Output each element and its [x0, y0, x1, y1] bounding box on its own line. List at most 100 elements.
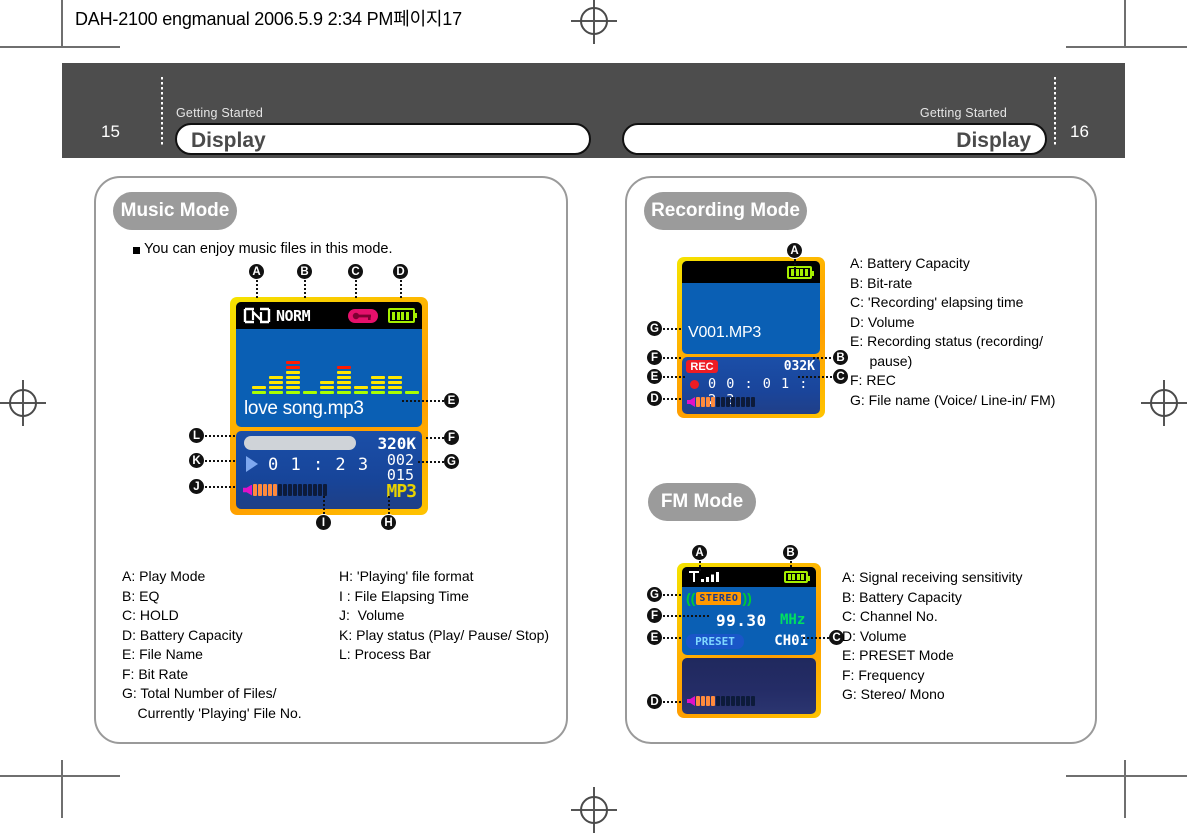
fm-callout-lead-f: [663, 615, 711, 617]
fm-callout-d: D: [646, 693, 663, 710]
elapsed-time-value: 0 1 : 2 3: [268, 455, 370, 475]
rec-callout-b: B: [832, 349, 849, 366]
fm-frequency-unit: MHz: [780, 612, 806, 628]
eq-column: [252, 386, 266, 394]
music-mode-badge: Music Mode: [113, 192, 237, 230]
fm-callout-f: F: [646, 607, 663, 624]
trim-line-left-vertical: [61, 0, 63, 48]
trim-line-top-horizontal-right: [1066, 46, 1187, 48]
speaker-icon: [687, 397, 695, 407]
callout-b: B: [296, 263, 313, 280]
signal-strength-icon: [687, 570, 723, 584]
rec-callout-c: C: [832, 368, 849, 385]
eq-column: [337, 366, 351, 394]
callout-lead-f: [426, 437, 444, 439]
fm-frequency-value: 99.30: [716, 611, 767, 630]
callout-lead-l: [205, 435, 237, 437]
callout-e: E: [443, 392, 460, 409]
recording-legend: A: Battery Capacity B: Bit-rate C: 'Reco…: [850, 255, 1056, 408]
page-number-right: 16: [1070, 122, 1089, 141]
fm-callout-a: A: [691, 544, 708, 561]
callout-a: A: [248, 263, 265, 280]
preset-badge: PRESET: [686, 634, 744, 649]
section-title-box-left: Display: [175, 123, 591, 155]
trim-line-bottom-horizontal-right: [1066, 775, 1187, 777]
callout-lead-c: [355, 280, 357, 298]
rec-callout-lead-a: [794, 259, 796, 273]
rec-callout-d: D: [646, 390, 663, 407]
rec-badge: REC: [686, 360, 718, 373]
music-legend-right: H: 'Playing' file format I : File Elapsi…: [339, 568, 550, 662]
music-lcd-screen: NORM love song.mp3 320K 0 1: 2 3 002 01…: [230, 297, 428, 515]
recording-mode-badge: Recording Mode: [644, 192, 807, 230]
callout-h: H: [380, 514, 397, 531]
stereo-paren-left-icon: ((: [686, 590, 696, 606]
eq-column: [354, 386, 368, 394]
fm-lcd-upper: (( STEREO )) 99.30 MHz PRESET CH01: [682, 567, 816, 655]
recording-bit-rate: 032K: [783, 359, 815, 374]
header-divider-right: [1054, 77, 1056, 145]
section-title-box-right: Display: [622, 123, 1047, 155]
rec-callout-f: F: [646, 349, 663, 366]
callout-c: C: [347, 263, 364, 280]
kicker-left: Getting Started: [176, 106, 264, 120]
registration-mark-left: [0, 380, 46, 426]
volume-bar: [687, 696, 755, 706]
battery-icon: [388, 308, 417, 323]
recording-lcd-screen: V001.MP3 REC 032K 0 0 : 0 1 : 2 3: [677, 257, 825, 418]
spectrum-analyzer: [252, 338, 419, 394]
rec-callout-lead-f: [663, 357, 683, 359]
fm-lcd-screen: (( STEREO )) 99.30 MHz PRESET CH01: [677, 563, 821, 718]
page-number-left: 15: [101, 122, 120, 141]
print-header-text: DAH-2100 engmanual 2006.5.9 2:34 PM페이지17: [75, 9, 462, 29]
eq-column: [371, 376, 385, 394]
music-lcd-upper: NORM love song.mp3: [236, 302, 422, 427]
recording-lcd-upper: V001.MP3: [682, 261, 820, 354]
fm-mode-badge: FM Mode: [648, 483, 756, 521]
music-mode-panel: Music Mode You can enjoy music files in …: [94, 176, 568, 744]
callout-k: K: [188, 452, 205, 469]
recording-file-name: V001.MP3: [688, 324, 762, 341]
page-header-bar: 15 Getting Started Display Getting Start…: [62, 63, 1125, 158]
callout-j: J: [188, 478, 205, 495]
callout-lead-j: [205, 486, 237, 488]
rec-callout-e: E: [646, 368, 663, 385]
fm-callout-e: E: [646, 629, 663, 646]
header-divider-left: [161, 77, 163, 145]
volume-bar: [687, 397, 755, 407]
registration-mark-right: [1141, 380, 1187, 426]
eq-column: [303, 391, 317, 394]
trim-line-left-vertical-bottom: [61, 760, 63, 818]
rec-callout-a: A: [786, 242, 803, 259]
play-mode-icon: [242, 307, 272, 324]
callout-lead-b: [304, 280, 306, 298]
music-legend-left: A: Play Mode B: EQ C: HOLD D: Battery Ca…: [122, 568, 302, 721]
process-bar: [244, 436, 356, 450]
trim-line-right-vertical: [1124, 0, 1126, 48]
eq-column: [405, 391, 419, 394]
rec-callout-lead-d: [663, 398, 683, 400]
eq-column: [388, 376, 402, 394]
recording-fm-panel: Recording Mode V001.MP3 REC 032K 0 0 : 0…: [625, 176, 1097, 744]
speaker-icon: [243, 484, 252, 496]
callout-lead-h: [388, 496, 390, 514]
callout-l: L: [188, 427, 205, 444]
eq-column: [286, 361, 300, 394]
music-file-name: love song.mp3: [244, 398, 364, 419]
music-eq-label: NORM: [276, 307, 311, 325]
fm-legend: A: Signal receiving sensitivity B: Batte…: [842, 569, 1023, 702]
rec-callout-lead-e: [663, 376, 685, 378]
volume-bar: [243, 484, 327, 496]
fm-callout-g: G: [646, 586, 663, 603]
fm-callout-lead-a: [699, 561, 701, 573]
rec-callout-lead-c: [798, 376, 833, 378]
registration-mark-top: [571, 0, 617, 44]
rec-callout-g: G: [646, 320, 663, 337]
callout-i: I: [315, 514, 332, 531]
music-intro-row: You can enjoy music files in this mode.: [133, 241, 393, 258]
callout-lead-i: [323, 496, 325, 514]
eq-column: [269, 376, 283, 394]
fm-callout-lead-g: [663, 594, 683, 596]
fm-callout-lead-b: [790, 561, 792, 573]
battery-icon: [787, 266, 814, 279]
